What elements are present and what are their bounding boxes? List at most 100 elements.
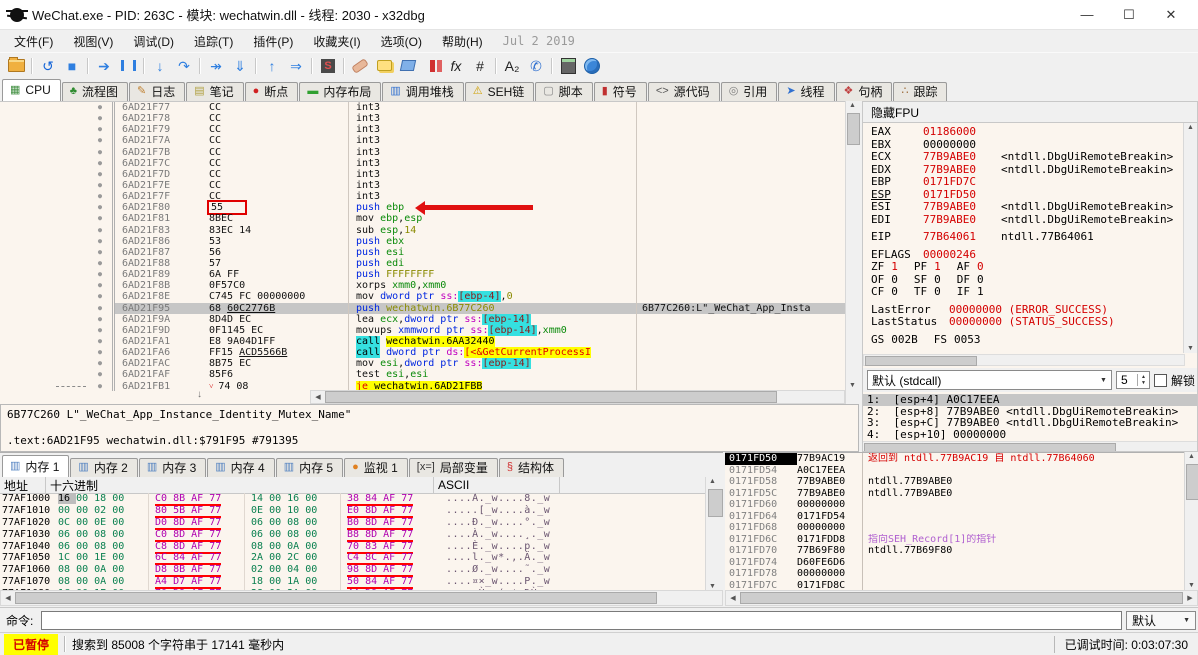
scrollbar-thumb[interactable] [864,443,1116,451]
menu-item-0[interactable]: 文件(F) [4,31,63,52]
argument-count-stepper[interactable]: 5 ▲ ▼ [1115,371,1150,389]
menu-item-6[interactable]: 选项(O) [371,31,432,52]
stack-row[interactable]: 0171FD54 A0C17EEA [725,464,1184,477]
tab-log[interactable]: ✎ 日志 [128,82,186,101]
command-scope-select[interactable]: 默认 ▼ [1126,610,1196,630]
register-row[interactable]: EIP 77B64061 ntdll.77B64061 [871,230,1183,244]
stack-row[interactable]: 0171FD6C 0171FDD8 指向SEH_Record[1]的指针 [725,533,1184,546]
step-out-button[interactable]: ↑ [260,55,284,77]
tab-notes[interactable]: ▤ 笔记 [186,82,244,101]
register-row[interactable]: LastStatus 00000000 (STATUS_SUCCESS) [871,315,1183,329]
register-row[interactable]: ZF 1 PF 1 AF 0 [871,260,1183,274]
disasm-row[interactable]: ● 6AD21F86 53 push ebx [0,235,845,247]
tab-watch-1[interactable]: ● 监视 1 [344,458,408,477]
disasm-row[interactable]: ● 6AD21F7E CC int3 [0,179,845,192]
disasm-row[interactable]: ● 6AD21F87 56 push esi [0,246,845,258]
register-row[interactable]: EBP 0171FD7C [871,175,1183,189]
disasm-row[interactable]: ● 6AD21F8B 0F57C0 xorps xmm0,xmm0 [0,280,845,292]
disasm-row[interactable]: ● 6AD21F7C CC int3 [0,157,845,169]
tab-graph[interactable]: ♣ 流程图 [61,82,128,101]
tab-source[interactable]: <> 源代码 [647,82,720,101]
register-row[interactable]: CF 0 TF 0 IF 1 [871,285,1183,299]
dump-row[interactable]: 77AF1020 0C 00 0E 00 D0 8D AF 77 06 00 08 0… [0,516,705,530]
dump-row[interactable]: 77AF1000 16 00 18 00 C0 8B AF 77 14 00 16 0… [0,493,705,506]
close-button[interactable]: ✕ [1150,1,1192,29]
dump-row[interactable]: 77AF1040 06 00 08 00 C8 8D AF 77 08 00 0A 0… [0,540,705,554]
function-button[interactable]: fx [444,55,468,77]
disasm-row[interactable]: ● 6AD21F7B CC int3 [0,146,845,158]
tab-struct[interactable]: § 结构体 [498,458,564,477]
disasm-row[interactable]: ● 6AD21F78 CC int3 [0,113,845,125]
register-row[interactable]: EDI 77B9ABE0 <ntdll.DbgUiRemoteBreakin> [871,213,1183,227]
scroll-up-icon[interactable]: ▲ [1184,124,1197,131]
stack-row[interactable]: 0171FD70 77B69F80 ntdll.77B69F80 [725,545,1184,557]
tab-call-stack[interactable]: ▥ 调用堆栈 [382,82,464,101]
tab-memory-4[interactable]: ▥ 内存 4 [207,458,275,477]
dump-row[interactable]: 77AF1050 1C 00 1E 00 6C 84 AF 77 2A 00 2C 0… [0,552,705,566]
globe-button[interactable] [580,55,604,77]
register-row[interactable]: EAX 01186000 [871,125,1183,139]
minimize-button[interactable]: — [1066,1,1108,29]
stack-row[interactable]: 0171FD50 77B9AC19 返回到 ntdll.77B9AC19 自 ntd… [725,453,1184,465]
argument-row[interactable]: 4: [esp+10] 00000000 [863,429,1197,441]
tab-symbols[interactable]: ▮ 符号 [593,82,647,101]
scroll-down-icon[interactable]: ▼ [706,583,719,590]
stepper-arrows-icon[interactable]: ▲ ▼ [1136,374,1149,386]
calling-convention-select[interactable]: 默认 (stdcall) ▼ [867,370,1112,390]
disasm-row[interactable]: ● 6AD21F77 CC int3 [0,102,845,114]
stack-row[interactable]: 0171FD58 77B9ABE0 ntdll.77B9ABE0 [725,476,1184,488]
tab-seh[interactable]: ⚠ SEH链 [464,82,535,101]
disasm-row[interactable]: ● 6AD21F7A CC int3 [0,135,845,147]
stack-row[interactable]: 0171FD7C 0171FD8C [725,580,1184,590]
menu-item-2[interactable]: 调试(D) [123,31,184,52]
disasm-row[interactable]: ● 6AD21F89 6A FF push FFFFFFFF [0,269,845,281]
open-file-button[interactable] [4,55,28,77]
dump-row[interactable]: 77AF1070 08 00 0A 00 A4 D7 AF 77 18 00 1A 0… [0,576,705,590]
dump-row[interactable]: 77AF1060 08 00 0A 00 D8 8B AF 77 02 00 04 0… [0,564,705,578]
menu-item-3[interactable]: 追踪(T) [184,31,243,52]
menu-item-1[interactable]: 视图(V) [63,31,123,52]
tab-script[interactable]: ▢ 脚本 [535,82,593,101]
scroll-up-icon[interactable]: ▲ [706,478,719,485]
label-button[interactable] [396,55,420,77]
tab-memory-3[interactable]: ▥ 内存 3 [138,458,207,477]
stack-row[interactable]: 0171FD60 00000000 [725,499,1184,511]
step-into-button[interactable]: ↓ [148,55,172,77]
bookmark-button[interactable] [420,55,444,77]
tab-threads[interactable]: ➤ 线程 [778,82,835,101]
disasm-row[interactable]: ● 6AD21FA6 FF15 ACD5566B call dword ptr ds:… [0,347,845,359]
maximize-button[interactable]: ☐ [1108,1,1150,29]
stack-horizontal-scrollbar[interactable]: ◀ ▶ [725,590,1198,606]
registers-vertical-scrollbar[interactable]: ▲ ▼ [1183,123,1197,353]
menu-item-7[interactable]: 帮助(H) [432,31,493,52]
scroll-down-icon[interactable]: ▼ [1184,345,1197,352]
hash-button[interactable]: # [468,55,492,77]
calculator-button[interactable] [556,55,580,77]
disasm-row[interactable]: ● 6AD21FAC 8B75 EC mov esi,dword ptr ss:[eb… [0,358,845,370]
register-row[interactable]: EDX 77B9ABE0 <ntdll.DbgUiRemoteBreakin> [871,163,1183,177]
restart-button[interactable]: ↺ [36,55,60,77]
command-input[interactable] [41,610,1122,630]
scroll-down-icon[interactable]: ▼ [1185,582,1198,589]
argument-row[interactable]: 1: [esp+4] A0C17EEA [863,394,1197,406]
arguments-horizontal-scrollbar[interactable] [863,441,1197,451]
tab-locals[interactable]: [x=] 局部变量 [408,458,498,477]
scroll-left-icon[interactable]: ◀ [1,594,15,602]
disasm-row[interactable]: ● 6AD21F81 8BEC mov ebp,esp [0,213,845,225]
dump-vertical-scrollbar[interactable]: ▲ ▼ [705,477,723,591]
disasm-row[interactable]: ● 6AD21F7D CC int3 [0,168,845,180]
run-to-user-code-button[interactable]: ⇒ [284,55,308,77]
tab-handles[interactable]: ❖ 句柄 [835,82,893,101]
stack-row[interactable]: 0171FD68 00000000 [725,522,1184,534]
scroll-down-icon[interactable]: ▼ [846,382,859,389]
scrollbar-thumb[interactable] [708,489,723,517]
tab-memory-1[interactable]: ▥ 内存 1 [2,455,70,477]
scrollbar-thumb[interactable] [1186,464,1198,500]
stack-row[interactable]: 0171FD64 0171FD54 [725,510,1184,523]
unlock-checkbox[interactable] [1153,373,1167,387]
stack-row[interactable]: 0171FD78 00000000 [725,568,1184,581]
phone-button[interactable]: ✆ [524,55,548,77]
menu-item-5[interactable]: 收藏夹(I) [303,31,370,52]
scrollbar-thumb[interactable] [865,356,977,366]
disasm-row[interactable]: ● 6AD21F88 57 push edi [0,257,845,270]
